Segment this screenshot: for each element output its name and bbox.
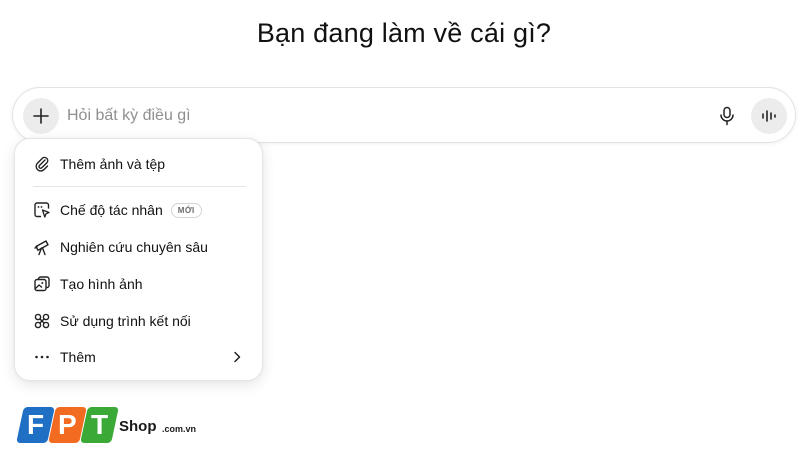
logo-tile-t: T bbox=[80, 407, 119, 443]
prompt-composer bbox=[12, 87, 796, 143]
menu-item-agent-mode[interactable]: Chế độ tác nhân MỚI bbox=[23, 194, 256, 226]
menu-item-deep-research[interactable]: Nghiên cứu chuyên sâu bbox=[23, 231, 256, 263]
attachment-menu: Thêm ảnh và tệp Chế độ tác nhân MỚI Nghi… bbox=[14, 138, 263, 381]
page-title: Bạn đang làm về cái gì? bbox=[256, 18, 552, 48]
paperclip-icon bbox=[33, 155, 51, 173]
menu-item-label: Nghiên cứu chuyên sâu bbox=[60, 239, 208, 255]
agent-cursor-icon bbox=[33, 201, 51, 219]
prompt-input[interactable] bbox=[67, 102, 687, 130]
telescope-icon bbox=[33, 238, 51, 256]
connector-icon bbox=[33, 312, 51, 330]
chevron-right-icon bbox=[234, 351, 241, 363]
menu-item-add-photos-files[interactable]: Thêm ảnh và tệp bbox=[23, 148, 256, 180]
logo-domain-text: .com.vn bbox=[162, 424, 197, 434]
new-badge: MỚI bbox=[170, 202, 202, 218]
menu-item-label: Chế độ tác nhân bbox=[60, 202, 163, 218]
plus-icon bbox=[33, 108, 49, 124]
voice-waveform-icon bbox=[762, 110, 776, 122]
fptshop-watermark: F P T Shop .com.vn bbox=[16, 403, 216, 447]
menu-item-more[interactable]: Thêm bbox=[23, 341, 256, 373]
page: Bạn đang làm về cái gì? Hỏi bất kỳ điều … bbox=[0, 0, 800, 455]
menu-item-label: Thêm ảnh và tệp bbox=[60, 156, 166, 172]
dictate-button[interactable] bbox=[711, 100, 743, 132]
image-icon bbox=[33, 275, 51, 293]
menu-item-label: Tạo hình ảnh bbox=[60, 276, 143, 292]
menu-item-label: Sử dụng trình kết nối bbox=[60, 313, 191, 329]
menu-item-label: Thêm bbox=[60, 349, 96, 365]
microphone-icon bbox=[720, 106, 734, 126]
add-attachment-button[interactable] bbox=[23, 98, 59, 134]
menu-divider bbox=[33, 186, 246, 187]
ellipsis-icon bbox=[33, 348, 51, 366]
voice-mode-button[interactable] bbox=[751, 98, 787, 134]
menu-item-create-image[interactable]: Tạo hình ảnh bbox=[23, 268, 256, 300]
logo-shop-text: Shop bbox=[119, 418, 157, 435]
menu-item-use-connectors[interactable]: Sử dụng trình kết nối bbox=[23, 305, 256, 337]
